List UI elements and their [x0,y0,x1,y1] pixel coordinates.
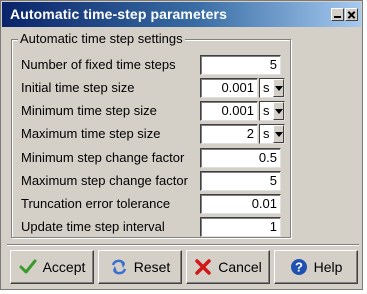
chevron-down-icon[interactable] [273,79,284,97]
chevron-down-icon[interactable] [273,102,284,120]
initial-step-unit-value: s [263,80,270,95]
initial-step-size-input[interactable]: 0.001 [200,78,258,98]
minimize-icon[interactable] [331,8,344,21]
chevron-down-icon[interactable] [273,125,284,143]
label-truncation-tolerance: Truncation error tolerance [21,196,171,211]
label-min-change-factor: Minimum step change factor [21,150,185,165]
cancel-button[interactable]: Cancel [186,250,270,284]
accept-label: Accept [42,259,86,275]
group-legend: Automatic time step settings [18,31,185,46]
initial-step-unit-select[interactable]: s [259,78,285,98]
max-change-factor-input[interactable]: 5 [200,171,281,191]
minimum-step-unit-value: s [263,103,270,118]
label-update-interval: Update time step interval [21,219,165,234]
minimum-step-size-input[interactable]: 0.001 [200,101,258,121]
min-change-factor-input[interactable]: 0.5 [200,148,281,168]
number-fixed-steps-input[interactable]: 5 [200,55,281,75]
maximum-step-unit-select[interactable]: s [259,124,285,144]
label-initial-step-size: Initial time step size [21,80,135,95]
maximum-step-unit-value: s [263,126,270,141]
truncation-tolerance-input[interactable]: 0.01 [200,194,281,214]
svg-text:?: ? [295,260,303,275]
checkmark-icon [19,259,37,274]
minimum-step-unit-select[interactable]: s [259,101,285,121]
label-maximum-step-size: Maximum time step size [21,126,161,141]
reset-button[interactable]: Reset [98,250,182,284]
cancel-label: Cancel [218,259,262,275]
label-minimum-step-size: Minimum time step size [21,103,157,118]
divider [7,244,359,246]
x-icon [195,259,211,275]
help-label: Help [313,259,343,275]
refresh-icon [111,259,126,275]
window-title: Automatic time-step parameters [10,6,227,22]
label-number-fixed-steps: Number of fixed time steps [21,57,176,72]
dialog-window: Automatic time-step parameters Automatic… [0,0,363,290]
reset-label: Reset [133,259,171,275]
update-interval-input[interactable]: 1 [200,217,281,237]
help-button[interactable]: ? Help [274,250,358,284]
accept-button[interactable]: Accept [10,250,94,284]
maximum-step-size-input[interactable]: 2 [200,124,258,144]
close-icon[interactable] [345,8,358,21]
title-bar[interactable]: Automatic time-step parameters [2,2,361,27]
label-max-change-factor: Maximum step change factor [21,173,188,188]
question-icon: ? [290,259,307,275]
